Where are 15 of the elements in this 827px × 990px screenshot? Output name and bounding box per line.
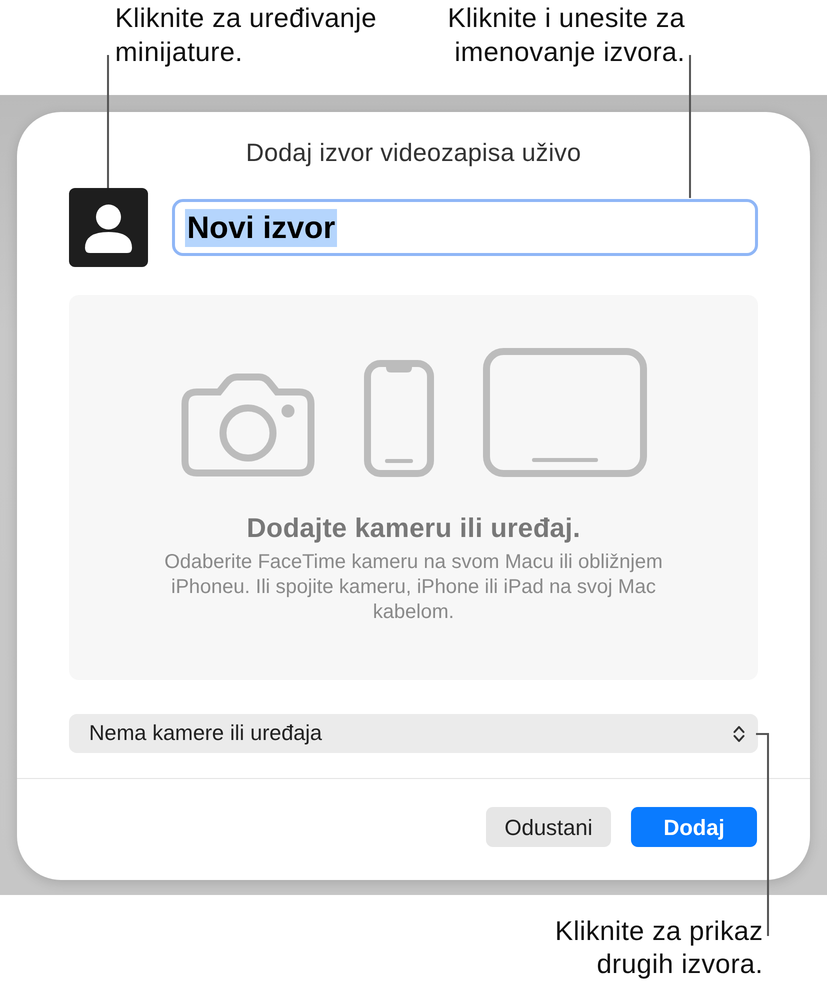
callout-text: Kliknite za uređivanje minijature. [115, 2, 378, 69]
add-button[interactable]: Dodaj [631, 807, 757, 847]
name-field[interactable]: Novi izvor [172, 199, 758, 256]
person-icon[interactable] [69, 188, 148, 267]
cancel-button[interactable]: Odustani [486, 807, 611, 847]
empty-state-text: Odaberite FaceTime kameru na svom Macu ili obližnjem iPhoneu. Ili spojite kameru, iPhone ili iPad na svoj Mac kabelom. [163, 550, 664, 625]
tablet-icon [482, 348, 646, 477]
camera-icon [180, 372, 314, 477]
empty-state-heading: Dodajte kameru ili uređaj. [246, 512, 582, 544]
callout-text: Kliknite i unesite za imenovanje izvora. [446, 2, 685, 69]
phone-icon [364, 360, 434, 477]
callout-text: Kliknite za prikaz drugih izvora. [554, 915, 763, 981]
chevron-up-down-icon [733, 724, 745, 742]
device-select[interactable]: Nema kamere ili uređaja [69, 714, 758, 753]
dialog-title: Dodaj izvor videozapisa uživo [244, 138, 582, 168]
